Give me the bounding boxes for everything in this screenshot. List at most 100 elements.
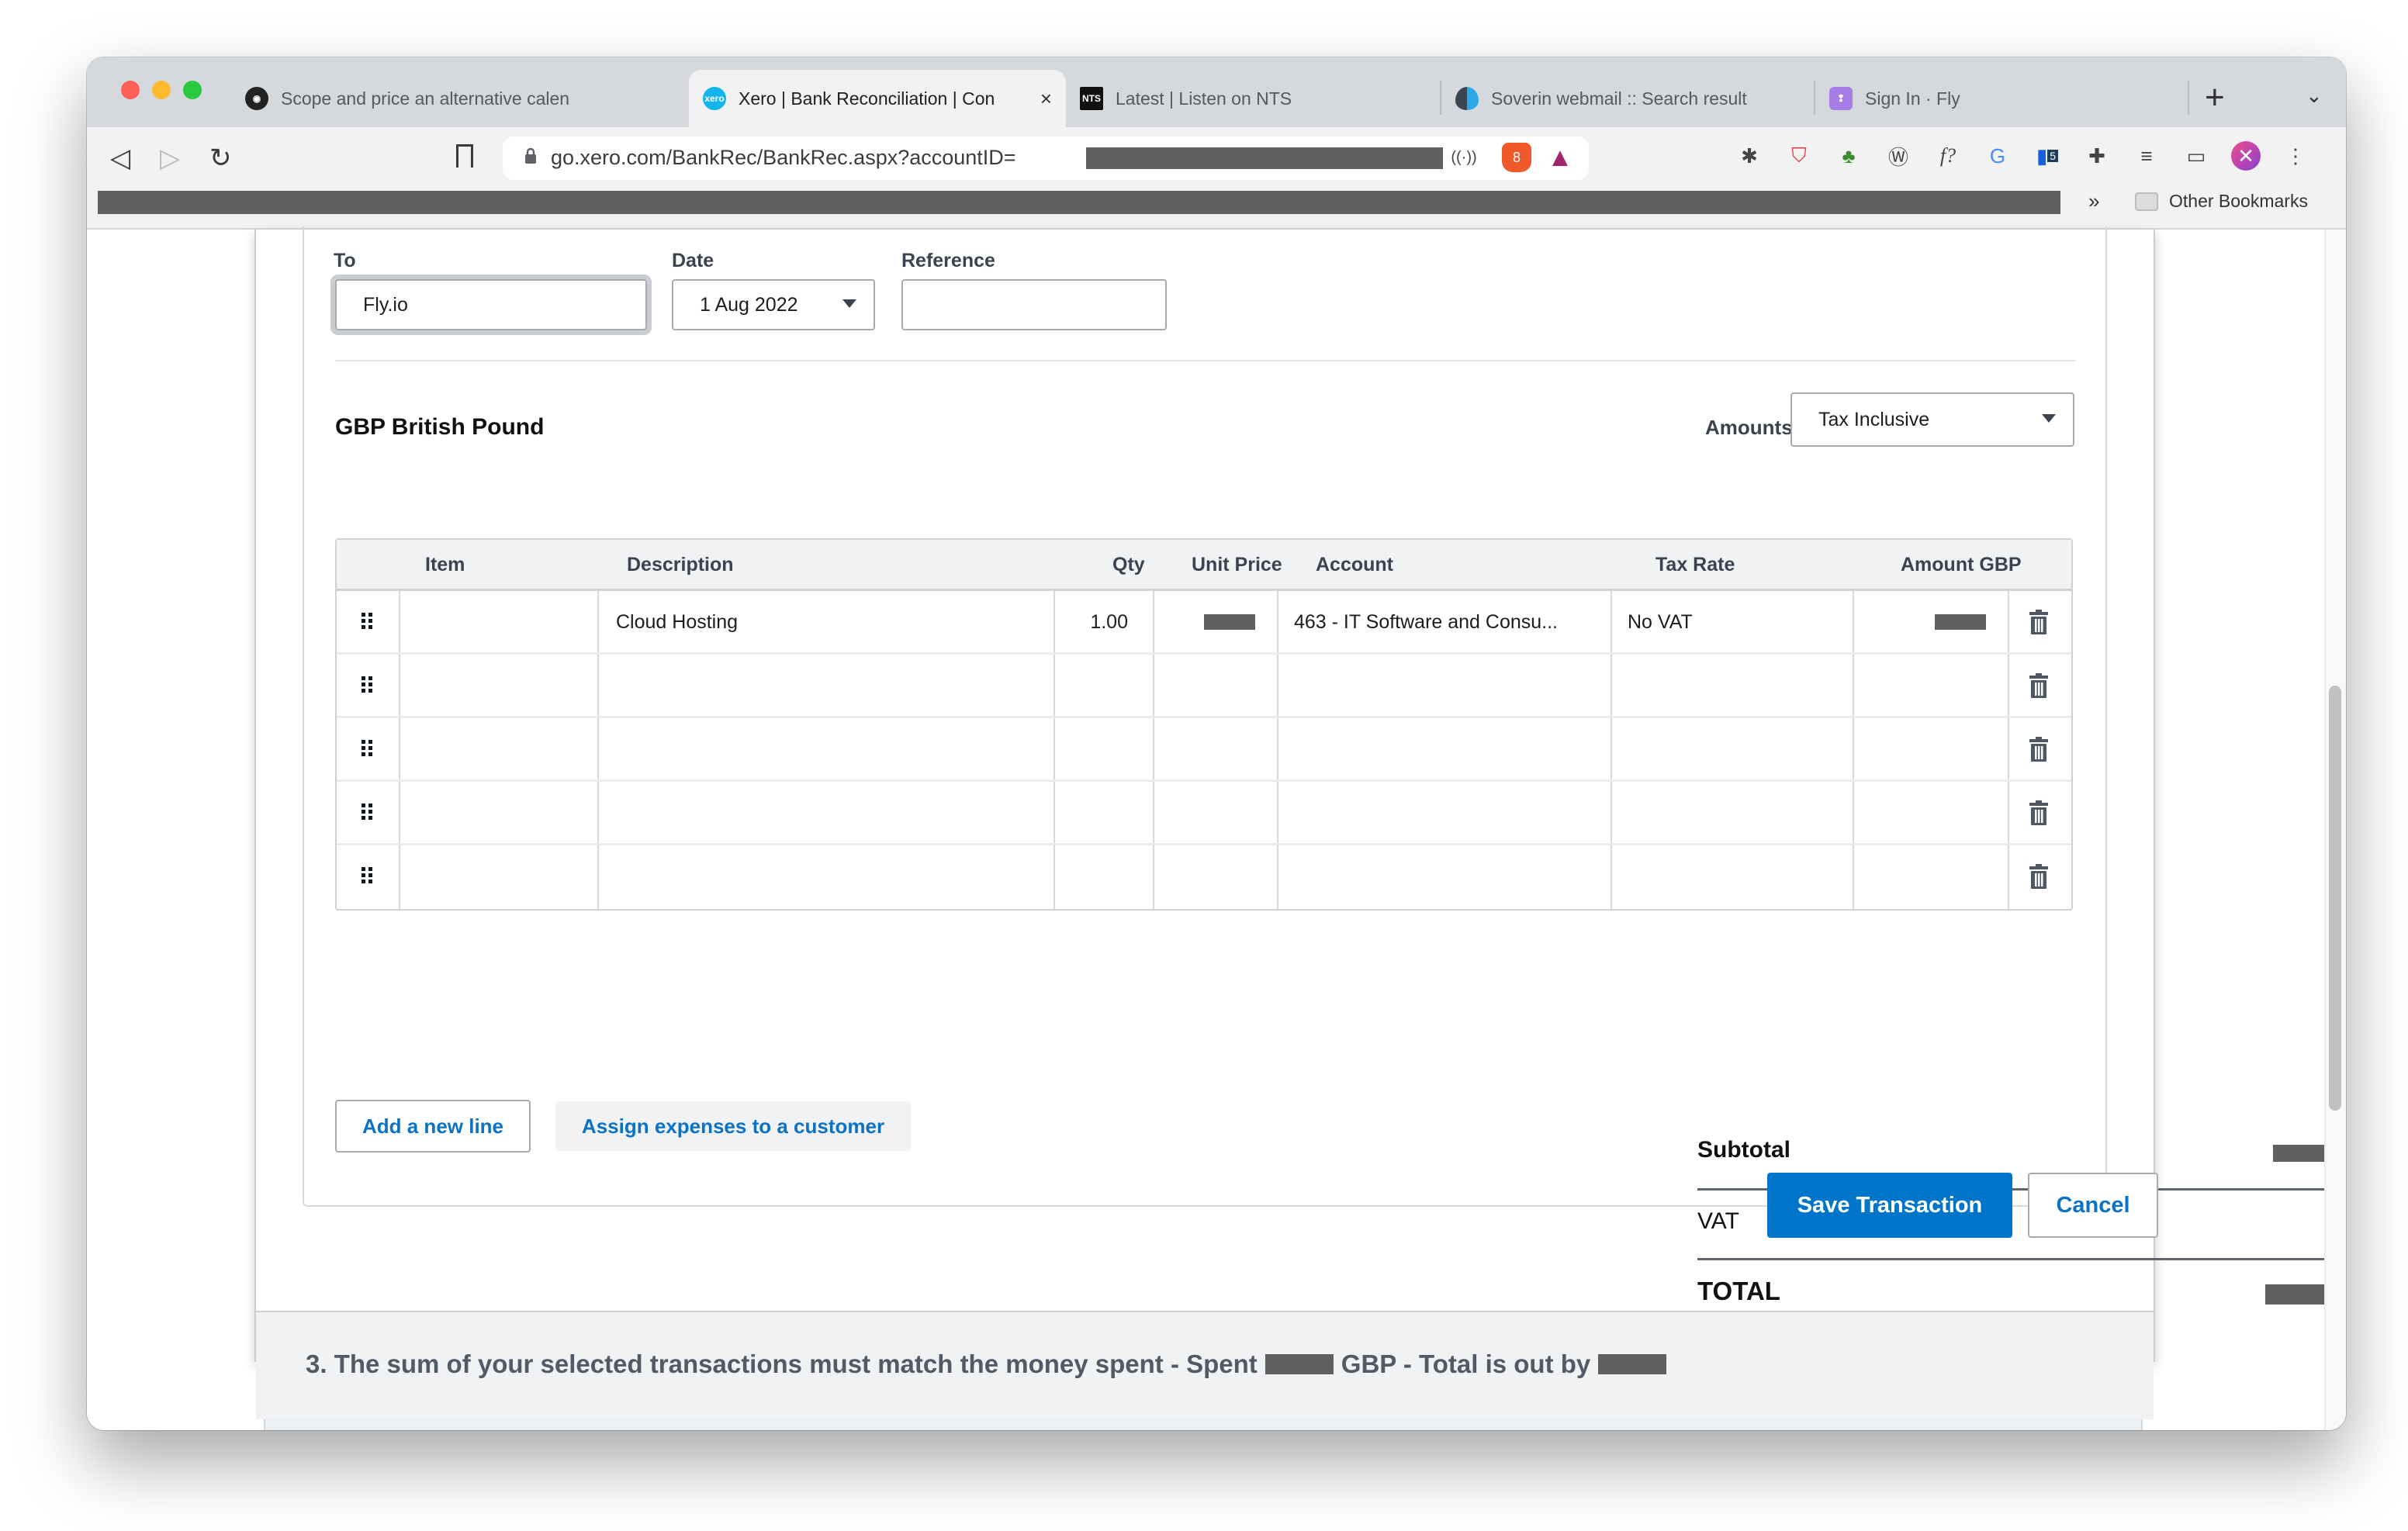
table-row <box>337 782 2071 845</box>
other-bookmarks-label: Other Bookmarks <box>2169 191 2308 211</box>
close-tab-icon[interactable]: × <box>1040 87 1052 111</box>
drag-handle-icon[interactable] <box>362 613 372 631</box>
brave-rewards-icon[interactable]: ▲ <box>1545 143 1575 172</box>
table-row <box>337 655 2071 718</box>
bookmarks-overflow-button[interactable]: » <box>2088 189 2099 213</box>
tab-title: Scope and price an alternative calen <box>281 88 570 109</box>
column-divider <box>597 591 599 652</box>
column-divider <box>1277 845 1278 909</box>
column-divider <box>1853 591 1854 652</box>
reference-input[interactable] <box>901 279 1167 330</box>
column-divider <box>1853 845 1854 909</box>
delete-line-trash-icon[interactable] <box>2029 737 2048 762</box>
column-divider <box>1277 655 1278 716</box>
delete-line-trash-icon[interactable] <box>2029 610 2048 634</box>
column-divider <box>1853 782 1854 843</box>
profile-avatar[interactable]: ✕ <box>2231 141 2261 171</box>
column-divider <box>1153 845 1154 909</box>
account-cell[interactable]: 463 - IT Software and Consu... <box>1294 611 1558 634</box>
google-translate-icon[interactable]: G <box>1983 141 2012 171</box>
back-button[interactable]: ◁ <box>110 143 130 174</box>
pocket-icon[interactable]: ⛉ <box>1784 141 1814 171</box>
tab-title: Latest | Listen on NTS <box>1116 88 1292 109</box>
table-row <box>337 845 2071 909</box>
tab-fly[interactable]: ❢ Sign In · Fly <box>1815 70 2180 127</box>
currency-heading: GBP British Pound <box>335 414 545 440</box>
soverin-icon <box>1455 87 1479 110</box>
lock-icon <box>524 147 537 164</box>
delete-line-trash-icon[interactable] <box>2029 800 2048 825</box>
to-input[interactable]: Fly.io <box>335 279 647 330</box>
column-divider <box>399 655 400 716</box>
minimize-window-button[interactable] <box>152 81 171 99</box>
browser-menu-icon[interactable]: ⋮ <box>2281 141 2310 171</box>
column-divider <box>1611 655 1612 716</box>
status-text-prefix: 3. The sum of your selected transactions… <box>306 1350 1258 1378</box>
qty-cell[interactable]: 1.00 <box>1035 611 1128 634</box>
drag-handle-icon[interactable] <box>362 867 372 886</box>
chevron-down-icon <box>842 299 856 308</box>
table-header: Item Description Qty Unit Price Account … <box>337 540 2071 591</box>
column-divider <box>2008 591 2009 652</box>
unit-price-cell[interactable] <box>1204 614 1255 630</box>
table-row: Cloud Hosting 1.00 463 - IT Software and C… <box>337 591 2071 655</box>
description-cell[interactable]: Cloud Hosting <box>616 611 738 634</box>
amounts-are-select[interactable]: Tax Inclusive <box>1790 392 2074 447</box>
nts-icon: NTS <box>1080 87 1103 110</box>
date-picker[interactable]: 1 Aug 2022 <box>672 279 875 330</box>
column-divider <box>2008 782 2009 843</box>
tax-rate-cell[interactable]: No VAT <box>1628 611 1693 634</box>
tab-title: Xero | Bank Reconciliation | Con <box>739 88 995 109</box>
column-divider <box>597 782 599 843</box>
url-text: go.xero.com/BankRec/BankRec.aspx?account… <box>551 146 1016 169</box>
column-header-account: Account <box>1316 554 1393 575</box>
media-queue-icon[interactable]: ≡ <box>2132 141 2161 171</box>
forward-button[interactable]: ▷ <box>160 143 180 174</box>
reference-label: Reference <box>901 250 995 271</box>
delete-line-trash-icon[interactable] <box>2029 673 2048 698</box>
bookmark-icon[interactable] <box>456 144 473 168</box>
tab-search-chevron-icon[interactable]: ⌄ <box>2306 84 2323 108</box>
column-divider <box>1277 782 1278 843</box>
fly-icon: ❢ <box>1829 87 1853 110</box>
add-new-line-button[interactable]: Add a new line <box>335 1100 531 1153</box>
cancel-button[interactable]: Cancel <box>2028 1173 2158 1238</box>
tab-github[interactable]: ◉ Scope and price an alternative calen <box>231 70 689 127</box>
brave-shields-icon[interactable]: 8 <box>1502 143 1531 172</box>
assign-expenses-button[interactable]: Assign expenses to a customer <box>555 1101 911 1151</box>
extension-asterisk-icon[interactable]: ✱ <box>1735 141 1764 171</box>
new-tab-button[interactable]: + <box>2205 74 2225 121</box>
delete-line-trash-icon[interactable] <box>2029 864 2048 889</box>
extensions-puzzle-icon[interactable]: ✚ <box>2082 141 2112 171</box>
save-transaction-button[interactable]: Save Transaction <box>1767 1173 2012 1238</box>
browser-toolbar: ◁ ▷ ↻ go.xero.com/BankRec/BankRec.aspx?a… <box>87 127 2346 230</box>
maximize-window-button[interactable] <box>183 81 202 99</box>
page-scrollbar[interactable] <box>2324 230 2346 1430</box>
transaction-card: To Fly.io Date 1 Aug 2022 Reference GBP … <box>254 226 2329 1419</box>
line-items-table: Item Description Qty Unit Price Account … <box>335 538 2073 911</box>
close-window-button[interactable] <box>121 81 140 99</box>
column-header-description: Description <box>627 554 734 575</box>
folder-icon <box>2135 192 2158 211</box>
wave-extension-icon[interactable]: Ⓦ <box>1884 141 1913 171</box>
font-identifier-icon[interactable]: f? <box>1933 141 1963 171</box>
column-divider <box>1054 718 1055 779</box>
tab-soverin[interactable]: Soverin webmail :: Search result <box>1441 70 1815 127</box>
bitwarden-icon[interactable]: ▮ 5 <box>2033 141 2062 171</box>
reload-button[interactable]: ↻ <box>209 143 232 174</box>
scrollbar-thumb[interactable] <box>2329 686 2341 1111</box>
broadcast-blocked-icon[interactable]: ((·)) <box>1449 143 1479 172</box>
tab-nts[interactable]: NTS Latest | Listen on NTS <box>1066 70 1441 127</box>
drag-handle-icon[interactable] <box>362 804 372 822</box>
tree-icon[interactable]: ♣ <box>1834 141 1863 171</box>
vat-label: VAT <box>1697 1208 1739 1234</box>
drag-handle-icon[interactable] <box>362 676 372 695</box>
tab-xero[interactable]: xero Xero | Bank Reconciliation | Con × <box>689 70 1066 127</box>
address-bar[interactable]: go.xero.com/BankRec/BankRec.aspx?account… <box>503 137 1589 180</box>
drag-handle-icon[interactable] <box>362 740 372 759</box>
to-value: Fly.io <box>363 293 408 316</box>
browser-window: ◉ Scope and price an alternative calen x… <box>87 57 2346 1430</box>
other-bookmarks-folder[interactable]: Other Bookmarks <box>2135 191 2308 212</box>
amount-cell[interactable] <box>1935 614 1986 630</box>
wallet-icon[interactable]: ▭ <box>2181 141 2211 171</box>
